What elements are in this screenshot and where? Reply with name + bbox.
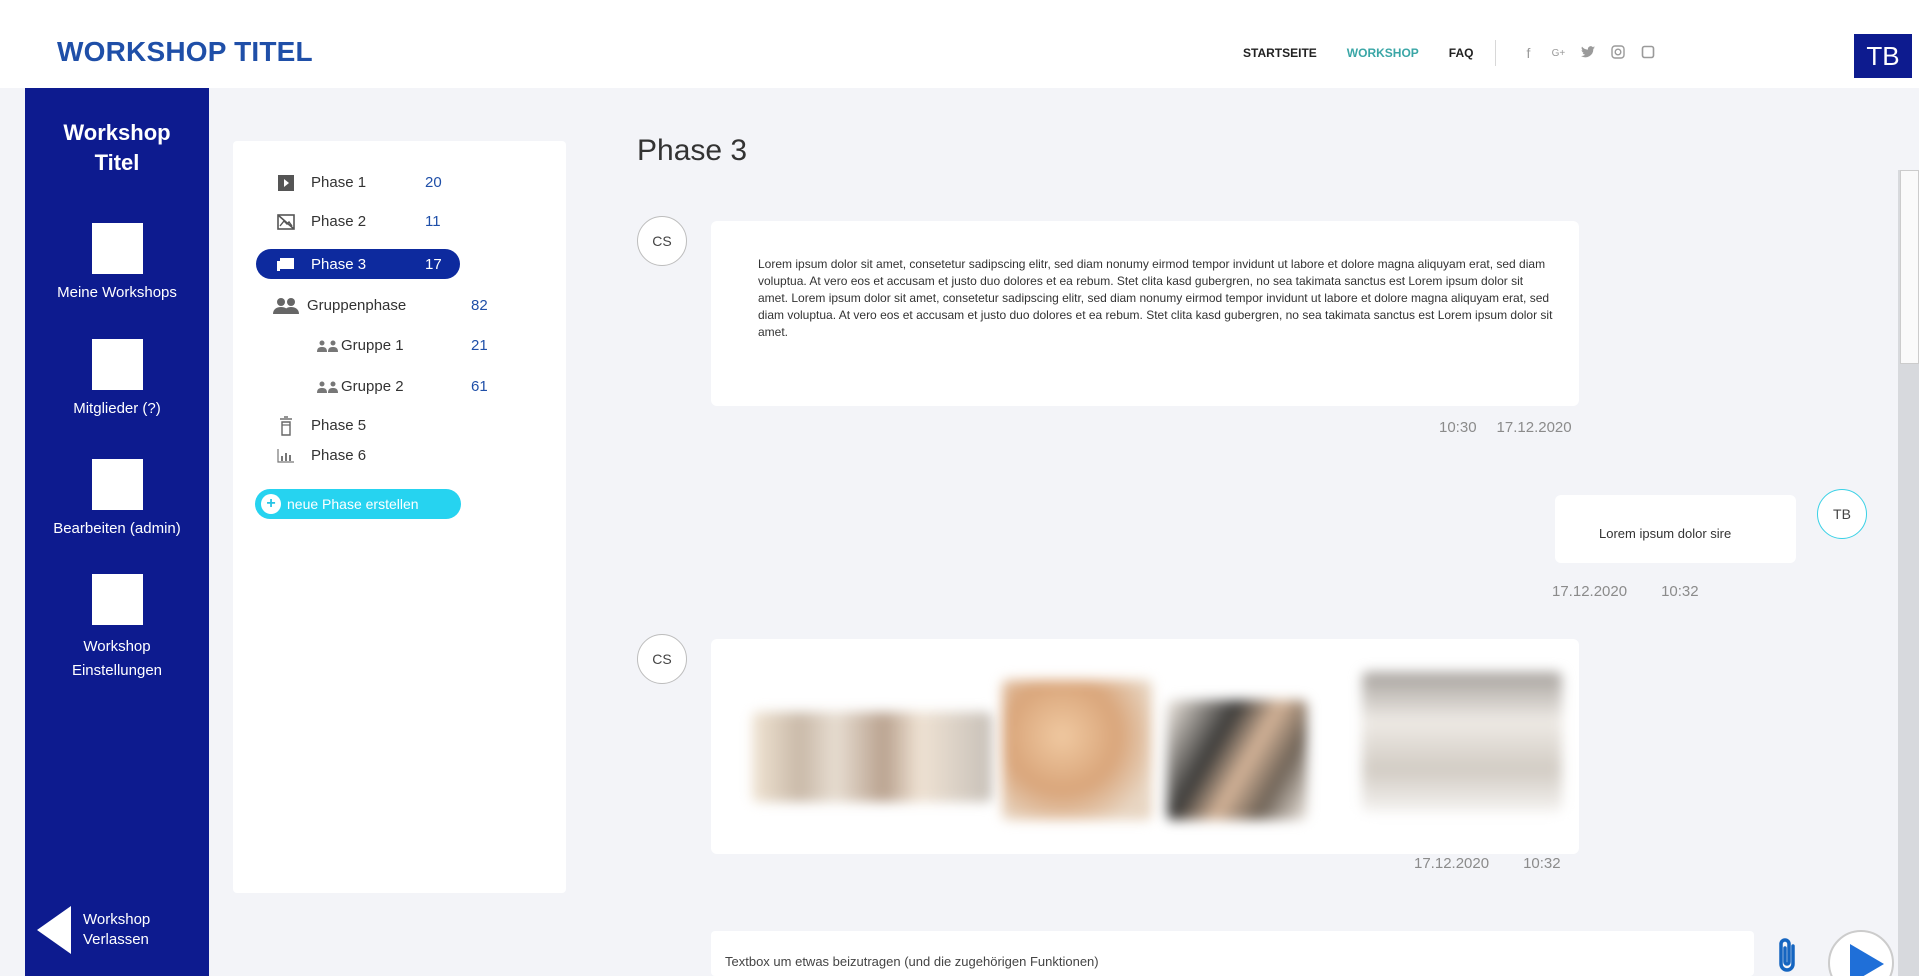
thumbnail-image[interactable] [1002, 680, 1152, 820]
message-time: 10:32 [1661, 583, 1699, 600]
send-icon [1850, 944, 1884, 976]
square-icon[interactable] [1640, 45, 1656, 62]
message-date: 17.12.2020 [1496, 419, 1572, 436]
image-gallery[interactable] [752, 672, 1568, 832]
message-date: 17.12.2020 [1552, 583, 1628, 600]
workshops-icon [91, 223, 143, 274]
plus-icon: + [261, 494, 281, 514]
phase-item-6[interactable]: Phase 6 [275, 447, 475, 464]
author-avatar[interactable]: CS [637, 634, 687, 684]
twitter-icon[interactable] [1580, 45, 1596, 61]
top-header: WORKSHOP TITEL STARTSEITE WORKSHOP FAQ f… [0, 0, 1919, 88]
leave-workshop-button[interactable]: Workshop Verlassen [37, 906, 150, 954]
thumbnail-image[interactable] [1167, 700, 1307, 820]
thumbnail-image[interactable] [752, 712, 992, 802]
sidebar-title: Workshop Titel [63, 120, 171, 175]
nav-divider [1495, 40, 1497, 66]
edit-icon [91, 459, 143, 510]
message-input[interactable]: Textbox um etwas beizutragen (und die zu… [711, 931, 1754, 976]
play-icon [275, 174, 297, 191]
members-icon [91, 339, 143, 390]
sidebar-item-einstellungen[interactable]: Workshop Einstellungen [25, 574, 209, 683]
send-button[interactable] [1828, 930, 1894, 976]
left-sidebar: Workshop Titel Meine Workshops Mitgliede… [25, 88, 209, 976]
scrollbar-thumb[interactable] [1900, 170, 1919, 364]
message-meta: 10:30 17.12.2020 [1439, 419, 1572, 436]
phase-item-gruppe-2[interactable]: Gruppe 2 61 [317, 378, 517, 395]
sidebar-item-mitglieder[interactable]: Mitglieder (?) [25, 339, 209, 417]
user-avatar[interactable]: TB [1854, 34, 1912, 78]
message-date: 17.12.2020 [1414, 855, 1490, 872]
facebook-icon[interactable]: f [1520, 45, 1536, 61]
top-nav: STARTSEITE WORKSHOP FAQ f G+ [1243, 40, 1656, 66]
trash-icon [275, 415, 297, 436]
brand-title[interactable]: WORKSHOP TITEL [57, 36, 313, 68]
attachment-icon[interactable] [1775, 936, 1801, 972]
phase-item-1[interactable]: Phase 1 20 [275, 174, 475, 191]
message-meta: 17.12.2020 10:32 [1414, 855, 1561, 872]
image-message-bubble [711, 639, 1579, 854]
phase-item-gruppe-1[interactable]: Gruppe 1 21 [317, 337, 517, 354]
phase-panel: Phase 1 20 Phase 2 11 Phase 3 17 Gruppen… [233, 141, 566, 893]
message-text: Lorem ipsum dolor sire [1599, 526, 1732, 541]
thumbnail-image[interactable] [1362, 672, 1562, 812]
message-bubble: Lorem ipsum dolor sit amet, consetetur s… [711, 221, 1579, 406]
back-arrow-icon [37, 906, 71, 954]
chat-title: Phase 3 [637, 134, 748, 167]
no-image-icon [275, 213, 297, 230]
instagram-icon[interactable] [1610, 44, 1626, 62]
phase-item-gruppenphase[interactable]: Gruppenphase 82 [271, 297, 511, 314]
people-icon [317, 338, 339, 354]
settings-icon [91, 574, 143, 625]
nav-faq[interactable]: FAQ [1449, 46, 1474, 60]
group-icon [271, 297, 301, 314]
social-links: f G+ [1520, 44, 1656, 62]
phase-item-2[interactable]: Phase 2 11 [275, 213, 475, 230]
message-time: 10:32 [1523, 855, 1561, 872]
nav-startseite[interactable]: STARTSEITE [1243, 46, 1317, 60]
google-plus-icon[interactable]: G+ [1550, 48, 1566, 59]
sidebar-item-meine-workshops[interactable]: Meine Workshops [25, 223, 209, 301]
people-icon [317, 379, 339, 395]
phase-item-3[interactable]: Phase 3 17 [275, 256, 475, 273]
author-avatar[interactable]: CS [637, 216, 687, 266]
new-phase-button[interactable]: + neue Phase erstellen [255, 489, 461, 519]
author-avatar-own[interactable]: TB [1817, 489, 1867, 539]
sidebar-item-bearbeiten[interactable]: Bearbeiten (admin) [25, 459, 209, 537]
message-bubble-own: Lorem ipsum dolor sire [1555, 495, 1796, 563]
message-text: Lorem ipsum dolor sit amet, consetetur s… [758, 257, 1553, 339]
bar-chart-icon [275, 448, 297, 464]
nav-workshop[interactable]: WORKSHOP [1347, 46, 1419, 60]
message-meta: 17.12.2020 10:32 [1552, 583, 1699, 600]
message-time: 10:30 [1439, 419, 1477, 436]
phase-item-5[interactable]: Phase 5 [275, 415, 475, 436]
chat-icon [275, 257, 297, 273]
